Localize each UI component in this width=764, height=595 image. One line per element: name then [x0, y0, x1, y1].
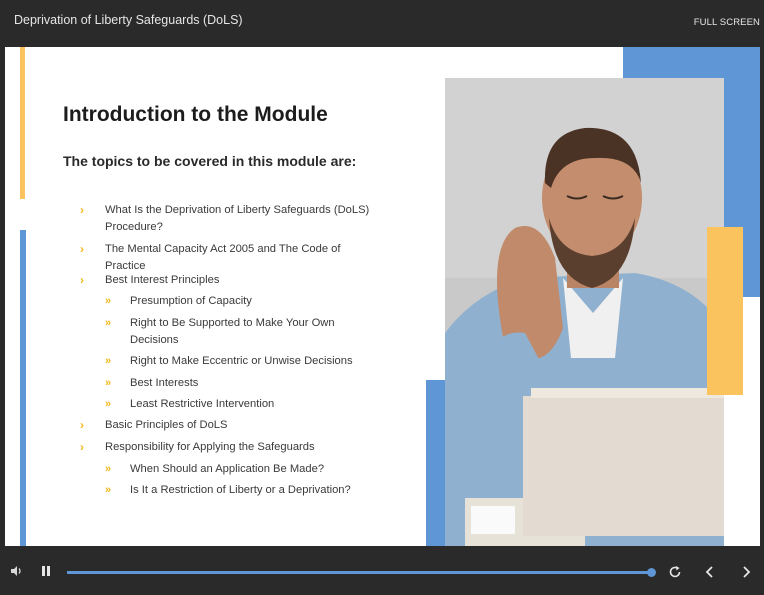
double-chevron-bullet-icon: »: [105, 295, 111, 307]
topic-text: Least Restrictive Intervention: [130, 398, 275, 410]
subtopic-item: » Is It a Restriction of Liberty or a Dep…: [105, 482, 351, 499]
tired-man-photo: [445, 78, 724, 546]
topic-text: Procedure?: [105, 221, 163, 233]
topic-item: › Responsibility for Applying the Safegua…: [80, 439, 315, 456]
topic-text: What Is the Deprivation of Liberty Safeg…: [105, 204, 370, 216]
topic-item: › Best Interest Principles: [80, 272, 220, 289]
chevron-bullet-icon: ›: [80, 418, 84, 432]
double-chevron-bullet-icon: »: [105, 377, 111, 389]
decorative-bar-yellow-right: [707, 227, 743, 395]
chevron-bullet-icon: ›: [80, 273, 84, 287]
slide: Introduction to the Module The topics to…: [5, 47, 760, 546]
fullscreen-button[interactable]: FULL SCREEN: [694, 17, 760, 28]
chevron-bullet-icon: ›: [80, 440, 84, 454]
photo-illustration: [445, 78, 724, 546]
progress-handle[interactable]: [646, 568, 656, 577]
topic-text: When Should an Application Be Made?: [130, 463, 325, 475]
topic-list: › What Is the Deprivation of Liberty Safe…: [5, 47, 425, 546]
topic-text: Is It a Restriction of Liberty or a Depr…: [130, 484, 351, 496]
topic-text: Best Interest Principles: [105, 274, 220, 286]
topic-item: › What Is the Deprivation of Liberty Safe…: [80, 202, 370, 236]
topic-text: Responsibility for Applying the Safeguar…: [105, 441, 315, 453]
topic-text: Best Interests: [130, 377, 199, 389]
progress-bar[interactable]: [67, 568, 656, 577]
subtopic-item: » Right to Be Supported to Make Your Own D…: [105, 315, 335, 349]
topic-text: Basic Principles of DoLS: [105, 419, 228, 431]
subtopic-item: » Right to Make Eccentric or Unwise Decis…: [105, 353, 353, 370]
course-title: Deprivation of Liberty Safeguards (DoLS): [14, 13, 243, 27]
pause-icon[interactable]: [39, 564, 53, 578]
double-chevron-bullet-icon: »: [105, 398, 111, 410]
top-bar: Deprivation of Liberty Safeguards (DoLS)…: [0, 0, 764, 46]
chevron-bullet-icon: ›: [80, 203, 84, 217]
double-chevron-bullet-icon: »: [105, 317, 111, 329]
subtopic-item: » Presumption of Capacity: [105, 293, 252, 310]
replay-icon[interactable]: [667, 564, 683, 580]
subtopic-item: » Best Interests: [105, 375, 199, 392]
progress-fill: [67, 571, 651, 574]
topic-text: The Mental Capacity Act 2005 and The Cod…: [105, 243, 341, 255]
double-chevron-bullet-icon: »: [105, 355, 111, 367]
topic-text: Presumption of Capacity: [130, 295, 252, 307]
player-controls: [0, 547, 764, 595]
topic-item: › Basic Principles of DoLS: [80, 417, 228, 434]
subtopic-item: » When Should an Application Be Made?: [105, 461, 325, 478]
double-chevron-bullet-icon: »: [105, 484, 111, 496]
next-icon[interactable]: [738, 564, 754, 580]
subtopic-item: » Least Restrictive Intervention: [105, 396, 275, 413]
topic-item: › The Mental Capacity Act 2005 and The Co…: [80, 241, 341, 275]
topic-text: Right to Be Supported to Make Your Own: [130, 317, 335, 329]
double-chevron-bullet-icon: »: [105, 463, 111, 475]
volume-icon[interactable]: [9, 563, 25, 579]
topic-text: Right to Make Eccentric or Unwise Decisi…: [130, 355, 353, 367]
topic-text: Decisions: [130, 334, 179, 346]
chevron-bullet-icon: ›: [80, 242, 84, 256]
previous-icon[interactable]: [702, 564, 718, 580]
